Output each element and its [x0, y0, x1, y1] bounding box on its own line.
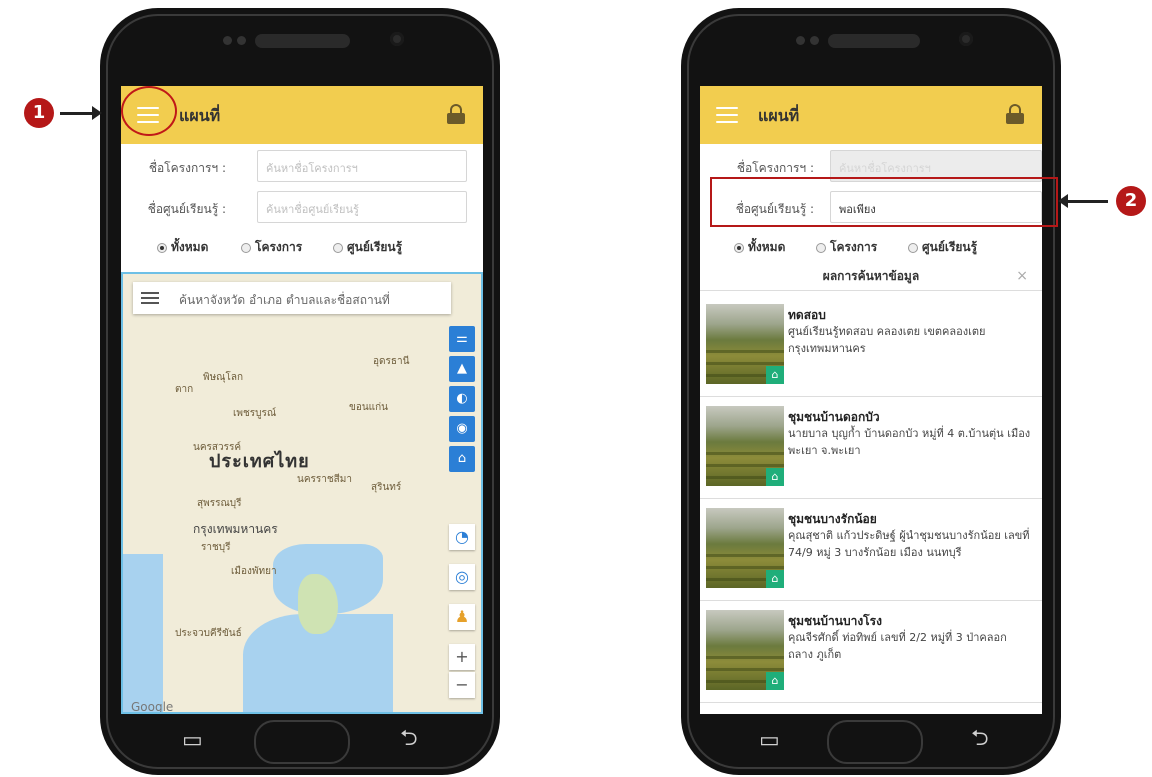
map-label-suphanburi: สุพรรณบุรี	[197, 498, 242, 509]
back-icon[interactable]: ⮌	[400, 728, 418, 750]
center-field-highlight	[710, 177, 1058, 227]
filter-all-radio[interactable]: ทั้งหมด	[157, 238, 208, 257]
home-icon: ⌂	[766, 570, 784, 588]
map-label-nakhonratchasima: นครราชสีมา	[297, 474, 352, 485]
map-label-tak: ตาก	[175, 384, 194, 395]
project-label: ชื่อโครงการฯ :	[148, 161, 226, 175]
step-2-arrow	[1058, 194, 1108, 208]
map-label-pattaya: เมืองพัทยา	[231, 566, 277, 577]
map-search-input[interactable]: ค้นหาจังหวัด อำเภอ ตำบลและชื่อสถานที่	[179, 291, 390, 310]
map-label-bangkok: กรุงเทพมหานคร	[193, 522, 278, 536]
traffic-icon[interactable]: ⚌	[449, 326, 475, 352]
result-item[interactable]: ⌂ ชุมชนบ้านบางโรง คุณจีรศักดิ์ ท่อทิพย์ …	[700, 602, 1042, 703]
filter-center-radio[interactable]: ศูนย์เรียนรู้	[908, 238, 977, 257]
front-camera	[390, 32, 404, 46]
result-address: คุณสุชาติ แก้วประดิษฐ์ ผู้นำชุมชนบางรักน…	[788, 529, 1030, 559]
result-thumbnail: ⌂	[706, 304, 784, 384]
result-thumbnail: ⌂	[706, 406, 784, 486]
hardware-home-button[interactable]	[827, 720, 923, 764]
result-address: นายบาล บุญก้ำ บ้านดอกบัว หมู่ที่ 4 ต.บ้า…	[788, 427, 1031, 457]
home-icon: ⌂	[766, 468, 784, 486]
map-menu-icon[interactable]	[141, 292, 159, 307]
results-title: ผลการค้นหาข้อมูล	[822, 269, 920, 283]
map-label-udon: อุดรธานี	[373, 356, 410, 367]
hardware-home-button[interactable]	[254, 720, 350, 764]
sensor-dots	[796, 36, 824, 46]
result-address: คุณจีรศักดิ์ ท่อทิพย์ เลขที่ 2/2 หมู่ที่…	[788, 631, 1007, 661]
street-view-icon[interactable]: ♟	[449, 604, 475, 630]
filter-project-radio[interactable]: โครงการ	[816, 238, 877, 257]
zoom-out-button[interactable]: −	[449, 672, 475, 698]
recent-apps-icon[interactable]: ▭	[182, 730, 203, 752]
project-row: ชื่อโครงการฯ : ค้นหาชื่อโครงการฯ	[121, 150, 483, 184]
center-row: ชื่อศูนย์เรียนรู้ : ค้นหาชื่อศูนย์เรียนร…	[121, 191, 483, 225]
map-view[interactable]: ค้นหาจังหวัด อำเภอ ตำบลและชื่อสถานที่ อุ…	[121, 272, 483, 714]
filter-project-radio[interactable]: โครงการ	[241, 238, 302, 257]
page-title: แผนที่	[758, 106, 800, 125]
app-header: แผนที่	[700, 86, 1042, 144]
step-1-badge: 1	[24, 98, 54, 128]
screen-left: แผนที่ ชื่อโครงการฯ : ค้นหาชื่อโครงการฯ …	[121, 86, 483, 714]
results-header: ผลการค้นหาข้อมูล ×	[700, 262, 1042, 291]
road-icon[interactable]: ▲	[449, 356, 475, 382]
step-2-badge: 2	[1116, 186, 1146, 216]
step-1-arrow	[60, 106, 102, 120]
speaker-grille	[255, 34, 350, 48]
phone-right: แผนที่ ชื่อโครงการฯ : ค้นหาชื่อโครงการฯ …	[681, 8, 1061, 775]
satellite-icon[interactable]: ◐	[449, 386, 475, 412]
map-label-phitsanulok: พิษณุโลก	[203, 372, 244, 383]
center-label: ชื่อศูนย์เรียนรู้ :	[147, 202, 226, 216]
zoom-in-button[interactable]: +	[449, 644, 475, 670]
home-icon[interactable]: ⌂	[449, 446, 475, 472]
map-label-country: ประเทศไทย	[209, 451, 310, 472]
result-address: ศูนย์เรียนรู้ทดสอบ คลองเตย เขตคลองเตย กร…	[788, 325, 986, 355]
lock-icon[interactable]	[447, 104, 465, 124]
map-label-surin: สุรินทร์	[371, 482, 402, 493]
layers-icon[interactable]: ◔	[449, 524, 475, 550]
speaker-grille	[828, 34, 920, 48]
menu-icon[interactable]	[716, 107, 738, 123]
sensor-dots	[223, 36, 251, 46]
locate-icon[interactable]: ◎	[449, 564, 475, 590]
home-icon: ⌂	[766, 672, 784, 690]
result-thumbnail: ⌂	[706, 508, 784, 588]
project-label: ชื่อโครงการฯ :	[736, 161, 814, 175]
recent-apps-icon[interactable]: ▭	[759, 730, 780, 752]
home-icon: ⌂	[766, 366, 784, 384]
globe-icon[interactable]: ◉	[449, 416, 475, 442]
center-search-input[interactable]: ค้นหาชื่อศูนย์เรียนรู้	[257, 191, 467, 223]
close-icon[interactable]: ×	[1016, 262, 1028, 290]
menu-highlight-circle	[121, 86, 177, 136]
map-label-khonkaen: ขอนแก่น	[349, 402, 389, 413]
back-icon[interactable]: ⮌	[971, 728, 989, 750]
map-label-phetchabun: เพชรบูรณ์	[233, 408, 277, 419]
filter-all-radio[interactable]: ทั้งหมด	[734, 238, 785, 257]
result-item[interactable]: ⌂ ชุมชนบางรักน้อย คุณสุชาติ แก้วประดิษฐ์…	[700, 500, 1042, 601]
result-thumbnail: ⌂	[706, 610, 784, 690]
result-item[interactable]: ⌂ ชุมชนบ้านดอกบัว นายบาล บุญก้ำ บ้านดอกบ…	[700, 398, 1042, 499]
lock-icon[interactable]	[1006, 104, 1024, 124]
result-item[interactable]: ⌂ ทดสอบ ศูนย์เรียนรู้ทดสอบ คลองเตย เขตคล…	[700, 296, 1042, 397]
page-title: แผนที่	[179, 106, 221, 125]
map-search-box[interactable]: ค้นหาจังหวัด อำเภอ ตำบลและชื่อสถานที่	[133, 282, 451, 314]
map-label-ratchaburi: ราชบุรี	[201, 542, 231, 553]
map-label-prachuap: ประจวบคีรีขันธ์	[175, 628, 242, 639]
filter-center-radio[interactable]: ศูนย์เรียนรู้	[333, 238, 402, 257]
project-search-input[interactable]: ค้นหาชื่อโครงการฯ	[257, 150, 467, 182]
map-label-google: Google	[131, 700, 174, 714]
front-camera	[959, 32, 973, 46]
